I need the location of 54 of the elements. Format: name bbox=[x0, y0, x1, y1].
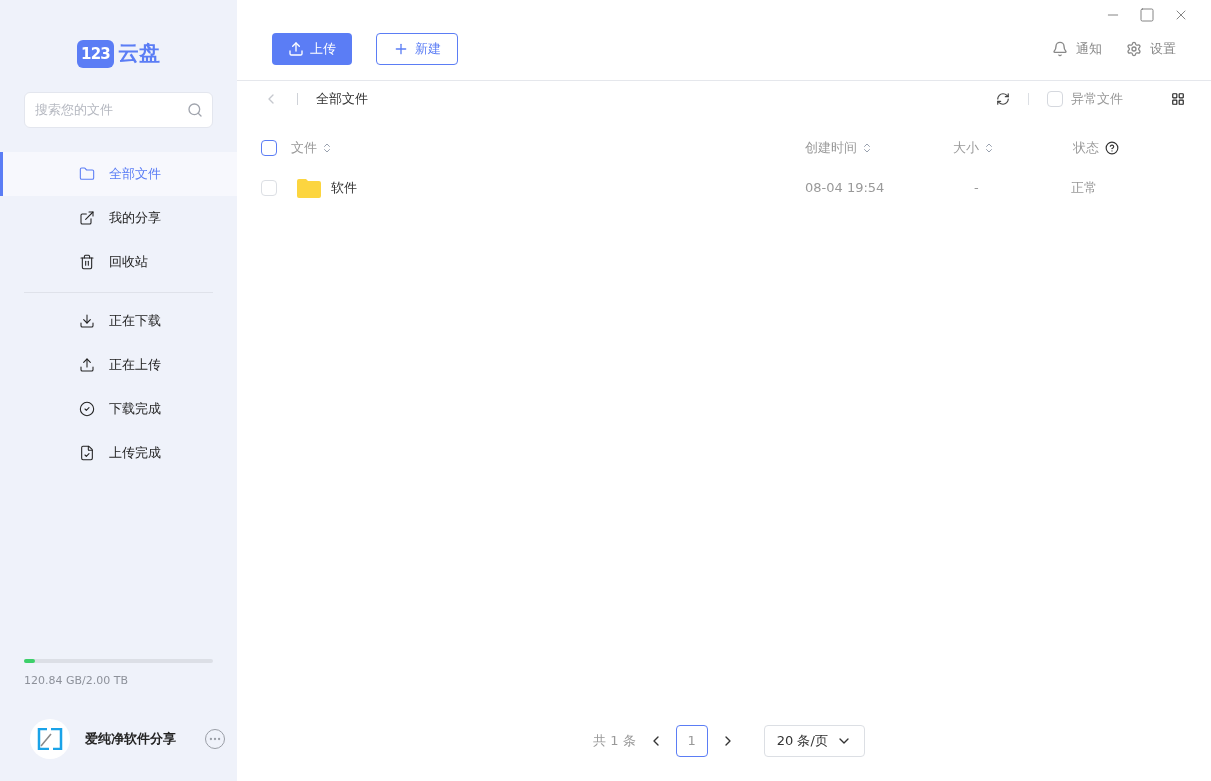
check-circle-icon bbox=[79, 400, 95, 417]
nav-item[interactable]: 回收站 bbox=[0, 239, 237, 284]
file-row[interactable]: 软件 08-04 19:54 - 正常 bbox=[261, 169, 1187, 207]
total-count: 共 1 条 bbox=[593, 732, 636, 751]
search-icon[interactable] bbox=[187, 101, 203, 118]
column-header[interactable]: 大小 bbox=[953, 138, 979, 158]
upload-icon bbox=[79, 356, 95, 373]
maximize-icon[interactable] bbox=[1139, 7, 1155, 23]
sort-icon[interactable] bbox=[321, 142, 333, 154]
refresh-icon[interactable] bbox=[996, 92, 1010, 106]
search-field[interactable]: 搜索您的文件 bbox=[24, 91, 213, 128]
checkbox[interactable] bbox=[1047, 91, 1063, 107]
sort-icon[interactable] bbox=[861, 142, 873, 154]
share-icon bbox=[79, 209, 95, 226]
column-header[interactable]: 状态 bbox=[1073, 138, 1099, 158]
settings-button[interactable]: 设置 bbox=[1126, 38, 1176, 59]
folder-icon bbox=[79, 165, 95, 182]
avatar-icon bbox=[37, 728, 63, 750]
table-cell-text: - bbox=[973, 179, 980, 198]
storage-reading: 120.84 GB/2.00 TB bbox=[24, 672, 130, 689]
nav-item[interactable]: 全部文件 bbox=[0, 151, 237, 196]
upload-button[interactable]: 上传 bbox=[272, 32, 352, 65]
select-all-checkbox[interactable] bbox=[261, 140, 277, 156]
column-header[interactable]: 创建时间 bbox=[805, 138, 857, 158]
file-name[interactable]: 软件 bbox=[331, 178, 357, 198]
nav-item[interactable]: 下载完成 bbox=[0, 386, 237, 431]
sort-icon[interactable] bbox=[983, 142, 995, 154]
breadcrumb-item[interactable]: 全部文件 bbox=[316, 89, 368, 109]
table-cell-text: 正常 bbox=[1070, 179, 1097, 198]
row-checkbox[interactable] bbox=[261, 180, 277, 196]
nav-item[interactable]: 我的分享 bbox=[0, 195, 237, 240]
grid-view-icon[interactable] bbox=[1171, 92, 1185, 106]
folder-icon bbox=[297, 178, 321, 198]
logo-badge: 123 bbox=[76, 39, 115, 68]
new-button[interactable]: 新建 bbox=[376, 32, 458, 65]
column-header[interactable]: 文件 bbox=[291, 138, 317, 158]
upload-icon bbox=[288, 40, 304, 57]
avatar[interactable] bbox=[30, 719, 70, 759]
page-button[interactable]: 1 bbox=[675, 725, 708, 757]
download-icon bbox=[79, 312, 95, 329]
settings-icon bbox=[1126, 40, 1142, 57]
trash-icon bbox=[79, 253, 95, 270]
file-check-icon bbox=[79, 444, 95, 461]
page-size-select[interactable]: 20 条/页 bbox=[763, 725, 865, 757]
nav-item[interactable]: 正在上传 bbox=[0, 342, 237, 387]
help-icon[interactable] bbox=[1105, 141, 1119, 155]
abnormal-files-checkbox[interactable]: 异常文件 bbox=[1047, 89, 1123, 109]
bell-icon bbox=[1052, 40, 1068, 57]
notify-button[interactable]: 通知 bbox=[1052, 38, 1102, 59]
table-cell-text: 08-04 19:54 bbox=[805, 179, 886, 198]
nav-item[interactable]: 上传完成 bbox=[0, 430, 237, 475]
logo-text: 云盘 bbox=[118, 40, 161, 67]
user-name: 爱纯净软件分享 bbox=[85, 730, 176, 749]
nav-item[interactable]: 正在下载 bbox=[0, 298, 237, 343]
